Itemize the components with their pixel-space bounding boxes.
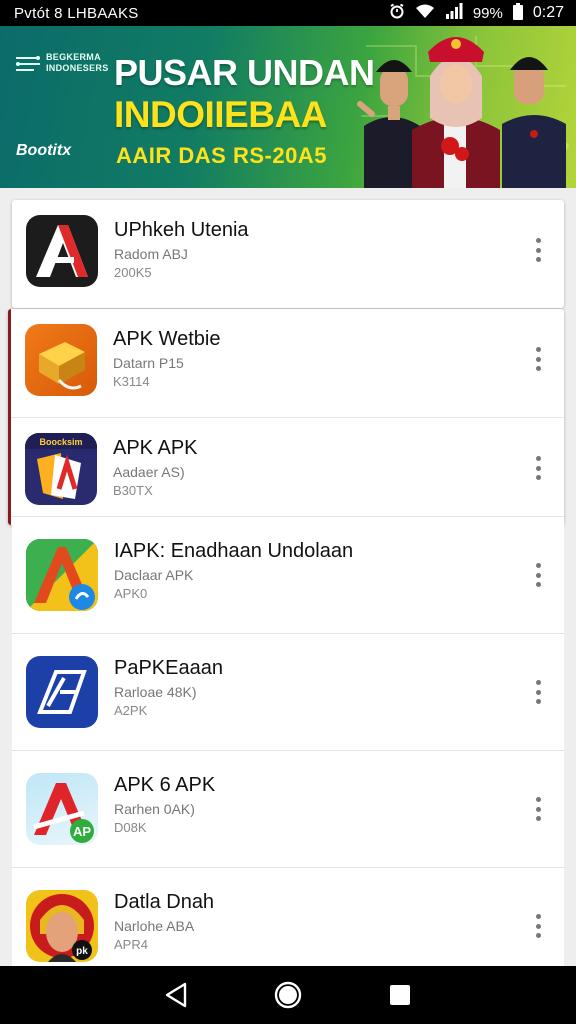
- app-publisher: Daclaar APK: [114, 567, 194, 583]
- app-size: A2PK: [114, 703, 148, 718]
- list-item[interactable]: Boocksim APK APK Aadaer AS) B30TX: [11, 417, 564, 525]
- list-item[interactable]: PaPKEaaan Rarloae 48K) A2PK: [12, 633, 564, 750]
- app-name: IAPK: Enadhaan Undolaan: [114, 540, 354, 562]
- banner-logo-icon: [16, 56, 40, 71]
- banner-title-line1: PUSAR UNDAN: [114, 52, 375, 93]
- app-card[interactable]: UPhkeh Utenia Radom ABJ 200K5: [12, 200, 564, 308]
- more-options-icon[interactable]: [532, 563, 544, 587]
- more-options-icon[interactable]: [532, 238, 544, 262]
- more-options-icon[interactable]: [532, 347, 544, 371]
- app-size: B30TX: [113, 483, 153, 498]
- battery-percent: 99%: [472, 4, 503, 22]
- svg-text:Boocksim: Boocksim: [39, 437, 82, 447]
- purple-a-icon: Boocksim: [25, 433, 97, 505]
- promo-banner[interactable]: BEGKERMA INDONESERS PUSAR UNDAN INDOIIEB…: [0, 26, 576, 188]
- status-notifications-text: Pvtót 8 LHBAAKS: [14, 4, 139, 22]
- app-name: APK Wetbie: [113, 328, 221, 350]
- app-publisher: Radom ABJ: [114, 246, 188, 262]
- back-icon[interactable]: [156, 975, 196, 1015]
- app-name: Datla Dnah: [114, 891, 215, 913]
- blue-slash-icon: [26, 656, 98, 728]
- list-item[interactable]: APK Wetbie Datarn P15 K3114: [11, 309, 564, 417]
- more-options-icon[interactable]: [532, 914, 544, 938]
- red-green-a-icon: AP: [26, 773, 98, 845]
- app-name: UPhkeh Utenia: [114, 219, 249, 241]
- banner-logo-line1: BEGKERMA: [46, 52, 101, 62]
- app-name: PaPKEaaan: [114, 657, 223, 679]
- app-publisher: Narlohe ABA: [114, 918, 195, 934]
- alarm-icon: [389, 3, 405, 23]
- more-options-icon[interactable]: [532, 797, 544, 821]
- app-size: D08K: [114, 820, 147, 835]
- green-a-icon: [26, 539, 98, 611]
- app-publisher: Rarloae 48K): [114, 684, 197, 700]
- banner-people-illustration: [357, 37, 566, 188]
- signal-icon: [445, 3, 463, 23]
- portrait-icon: pk: [26, 890, 98, 962]
- list-item[interactable]: UPhkeh Utenia Radom ABJ 200K5: [12, 200, 564, 308]
- app-list-plain[interactable]: IAPK: Enadhaan Undolaan Daclaar APK APK0…: [12, 516, 564, 966]
- wifi-icon: [415, 3, 435, 23]
- orange-box-icon: [25, 324, 97, 396]
- app-size: 200K5: [114, 265, 152, 280]
- list-item[interactable]: IAPK: Enadhaan Undolaan Daclaar APK APK0: [12, 516, 564, 633]
- banner-logo-text: BEGKERMA INDONESERS: [46, 52, 109, 74]
- status-bar: Pvtót 8 LHBAAKS 99% 0:27: [0, 0, 576, 26]
- banner-brand: Bootitx: [16, 142, 72, 159]
- more-options-icon[interactable]: [532, 680, 544, 704]
- svg-text:pk: pk: [76, 946, 88, 957]
- home-icon[interactable]: [268, 975, 308, 1015]
- app-card-group[interactable]: APK Wetbie Datarn P15 K3114 Boocksim APK…: [8, 309, 564, 525]
- battery-icon: [512, 2, 523, 24]
- list-item[interactable]: pk Datla Dnah Narlohe ABA APR4: [12, 867, 564, 966]
- status-time: 0:27: [532, 4, 564, 21]
- banner-logo-line2: INDONESERS: [46, 63, 109, 73]
- more-options-icon[interactable]: [532, 456, 544, 480]
- app-publisher: Aadaer AS): [113, 464, 185, 480]
- red-a-icon: [26, 215, 98, 287]
- svg-text:AP: AP: [73, 824, 91, 839]
- app-publisher: Rarhen 0AK): [114, 801, 195, 817]
- app-name: APK 6 APK: [114, 774, 216, 796]
- banner-title-line2: INDOIIEBAA: [114, 94, 327, 135]
- app-size: K3114: [113, 374, 150, 389]
- list-item[interactable]: AP APK 6 APK Rarhen 0AK) D08K: [12, 750, 564, 867]
- app-list[interactable]: UPhkeh Utenia Radom ABJ 200K5 APK Wetbie…: [0, 188, 576, 966]
- app-size: APK0: [114, 586, 148, 601]
- recents-icon[interactable]: [380, 975, 420, 1015]
- app-name: APK APK: [113, 437, 198, 459]
- app-publisher: Datarn P15: [113, 355, 184, 371]
- banner-subtitle: AAIR DAS RS-20A5: [116, 143, 327, 168]
- app-size: APR4: [114, 937, 148, 952]
- navigation-bar: [0, 966, 576, 1024]
